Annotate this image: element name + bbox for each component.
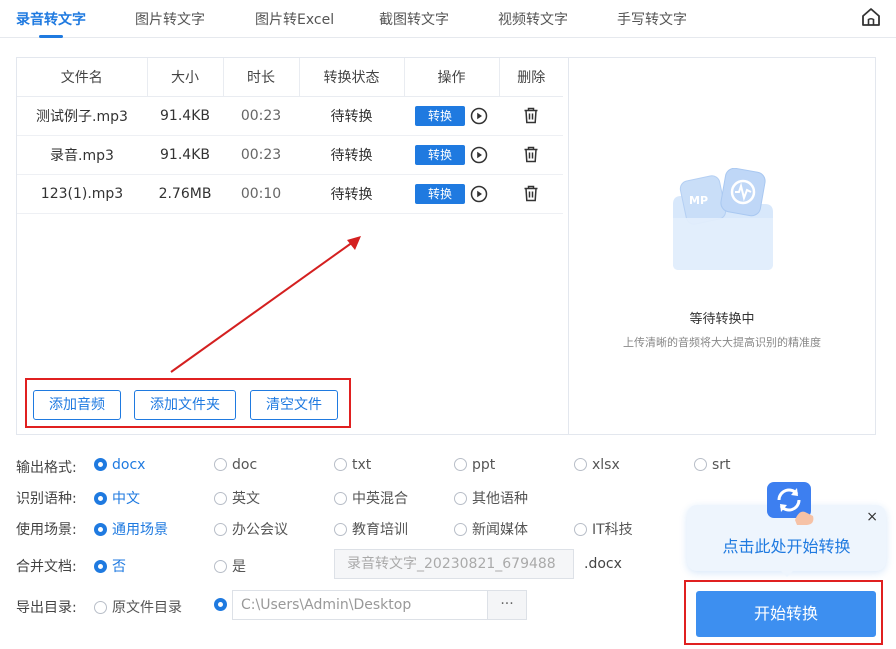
play-icon[interactable] [470, 185, 488, 203]
header-operation: 操作 [404, 58, 500, 97]
tab-video-to-text[interactable]: 视频转文字 [498, 9, 568, 29]
header-status: 转换状态 [299, 58, 405, 97]
file-table: 文件名 大小 时长 转换状态 操作 删除 测试例子.mp3 91.4KB 00:… [17, 58, 563, 214]
language-english-radio[interactable]: 英文 [214, 488, 260, 508]
add-audio-button[interactable]: 添加音频 [33, 390, 121, 420]
output-format-label: 输出格式: [16, 460, 77, 476]
file-list: 文件名 大小 时长 转换状态 操作 删除 测试例子.mp3 91.4KB 00:… [17, 58, 569, 434]
header-duration: 时长 [223, 58, 300, 97]
header-size: 大小 [147, 58, 224, 97]
language-chinese-radio[interactable]: 中文 [94, 488, 140, 508]
file-operations: 转换 [404, 96, 499, 136]
format-docx-radio[interactable]: docx [94, 457, 145, 473]
tab-image-to-excel[interactable]: 图片转Excel [255, 9, 334, 29]
format-xlsx-radio[interactable]: xlsx [574, 457, 620, 473]
format-srt-radio[interactable]: srt [694, 457, 731, 473]
file-delete [499, 174, 563, 214]
trash-icon[interactable] [523, 185, 539, 202]
file-status: 待转换 [299, 135, 404, 175]
table-row: 123(1).mp3 2.76MB 00:10 待转换 转换 [17, 174, 563, 214]
refresh-hand-icon [767, 482, 814, 525]
file-name: 123(1).mp3 [17, 174, 147, 214]
trash-icon[interactable] [523, 107, 539, 124]
merge-extension-label: .docx [584, 556, 622, 572]
audio-folder-icon: MP [673, 168, 773, 270]
file-duration: 00:10 [223, 174, 299, 214]
tab-screenshot-to-text[interactable]: 截图转文字 [379, 9, 449, 29]
export-source-dir-radio[interactable]: 原文件目录 [94, 597, 182, 617]
scene-news-radio[interactable]: 新闻媒体 [454, 519, 528, 539]
clear-files-button[interactable]: 清空文件 [250, 390, 338, 420]
table-row: 录音.mp3 91.4KB 00:23 待转换 转换 [17, 135, 563, 175]
file-name: 录音.mp3 [17, 135, 147, 175]
header-delete: 删除 [499, 58, 563, 97]
language-mixed-radio[interactable]: 中英混合 [334, 488, 408, 508]
language-label: 识别语种: [16, 491, 77, 507]
active-tab-indicator [39, 35, 63, 38]
file-size: 91.4KB [147, 96, 223, 136]
scene-it-radio[interactable]: IT科技 [574, 519, 633, 539]
file-delete [499, 135, 563, 175]
scene-general-radio[interactable]: 通用场景 [94, 519, 168, 539]
play-icon[interactable] [470, 146, 488, 164]
file-status: 待转换 [299, 96, 404, 136]
waiting-title: 等待转换中 [689, 312, 755, 327]
tab-image-to-text[interactable]: 图片转文字 [135, 9, 205, 29]
add-folder-button[interactable]: 添加文件夹 [134, 390, 236, 420]
table-row: 测试例子.mp3 91.4KB 00:23 待转换 转换 [17, 96, 563, 136]
convert-button[interactable]: 转换 [415, 105, 465, 126]
file-operations: 转换 [404, 174, 499, 214]
language-other-radio[interactable]: 其他语种 [454, 488, 528, 508]
export-custom-dir-radio[interactable] [214, 597, 232, 613]
tooltip-tail [779, 569, 795, 577]
export-dir-label: 导出目录: [16, 600, 77, 616]
file-panel: 文件名 大小 时长 转换状态 操作 删除 测试例子.mp3 91.4KB 00:… [16, 57, 876, 435]
file-delete [499, 96, 563, 136]
start-convert-button[interactable]: 开始转换 [696, 591, 876, 637]
browse-button[interactable]: ··· [488, 590, 527, 620]
export-path-input[interactable]: C:\Users\Admin\Desktop [232, 590, 488, 620]
scene-label: 使用场景: [16, 522, 77, 538]
convert-button[interactable]: 转换 [415, 183, 465, 204]
home-icon[interactable] [860, 6, 882, 28]
format-doc-radio[interactable]: doc [214, 457, 257, 473]
scene-education-radio[interactable]: 教育培训 [334, 519, 408, 539]
table-header-row: 文件名 大小 时长 转换状态 操作 删除 [17, 58, 563, 97]
format-txt-radio[interactable]: txt [334, 457, 371, 473]
file-size: 2.76MB [147, 174, 223, 214]
tab-audio-to-text[interactable]: 录音转文字 [16, 9, 86, 29]
merge-no-radio[interactable]: 否 [94, 556, 126, 576]
scene-meeting-radio[interactable]: 办公会议 [214, 519, 288, 539]
annotation-arrow-icon [170, 236, 361, 373]
play-icon[interactable] [470, 107, 488, 125]
trash-icon[interactable] [523, 146, 539, 163]
merge-filename-input[interactable]: 录音转文字_20230821_679488 [334, 549, 574, 579]
header-filename: 文件名 [17, 58, 148, 97]
file-size: 91.4KB [147, 135, 223, 175]
waiting-subtitle: 上传清晰的音频将大大提高识别的精准度 [623, 336, 821, 349]
file-duration: 00:23 [223, 135, 299, 175]
format-ppt-radio[interactable]: ppt [454, 457, 495, 473]
waiting-placeholder: MP 等待转换中 上传清晰的音频将大大提高识别的精准度 [569, 58, 875, 434]
tab-handwriting-to-text[interactable]: 手写转文字 [617, 9, 687, 29]
add-files-highlight: 添加音频 添加文件夹 清空文件 [25, 378, 351, 428]
convert-button[interactable]: 转换 [415, 144, 465, 165]
mp-badge-text: MP [689, 194, 708, 207]
merge-label: 合并文档: [16, 559, 77, 575]
close-icon[interactable]: × [866, 509, 878, 525]
tab-bar: 录音转文字 图片转文字 图片转Excel 截图转文字 视频转文字 手写转文字 [0, 0, 896, 38]
file-operations: 转换 [404, 135, 499, 175]
tooltip-text: 点击此处开始转换 [722, 537, 851, 556]
merge-yes-radio[interactable]: 是 [214, 556, 246, 576]
file-duration: 00:23 [223, 96, 299, 136]
file-status: 待转换 [299, 174, 404, 214]
file-name: 测试例子.mp3 [17, 96, 147, 136]
